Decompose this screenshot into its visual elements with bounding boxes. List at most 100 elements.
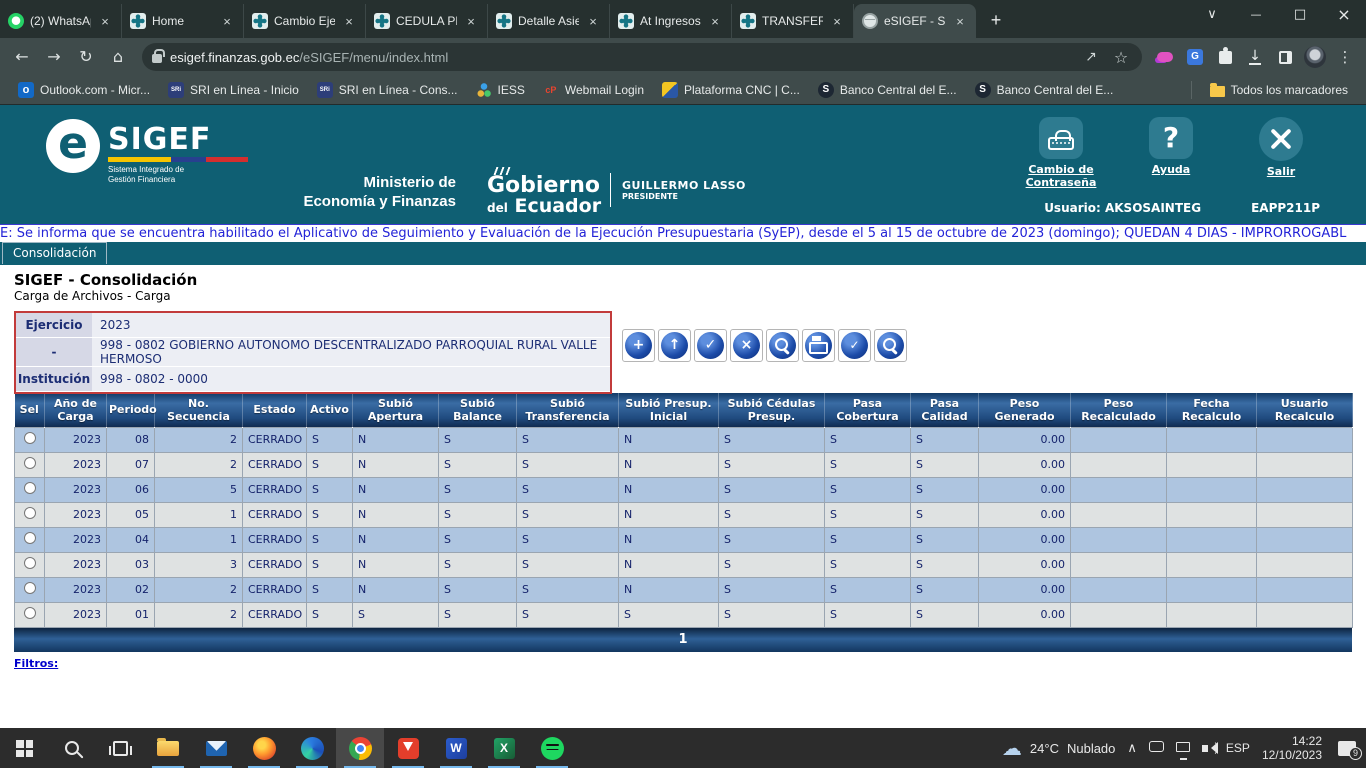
- cell: S: [307, 527, 353, 552]
- tab-close-icon[interactable]: [97, 14, 113, 29]
- cast-icon[interactable]: [1149, 741, 1164, 752]
- tab-consolidacion[interactable]: Consolidación: [2, 242, 107, 264]
- column-header: Subió Apertura: [353, 393, 439, 427]
- browser-tab[interactable]: Cambio Ejerc: [244, 4, 366, 38]
- cell: N: [619, 477, 719, 502]
- extension-icon[interactable]: [1152, 44, 1178, 70]
- cell: S: [307, 552, 353, 577]
- forward-icon[interactable]: [40, 43, 68, 71]
- column-header: Peso Recalculado: [1071, 393, 1167, 427]
- row-select-radio[interactable]: [24, 582, 36, 594]
- side-panel-icon[interactable]: [1272, 44, 1298, 70]
- downloads-icon[interactable]: [1242, 44, 1268, 70]
- bookmark-item[interactable]: Banco Central del E...: [967, 79, 1122, 101]
- bookmark-item[interactable]: Plataforma CNC | C...: [654, 79, 808, 101]
- clock[interactable]: 14:22 12/10/2023: [1262, 734, 1322, 762]
- validate-button[interactable]: [694, 329, 727, 362]
- approve-button[interactable]: [838, 329, 871, 362]
- tab-close-icon[interactable]: [463, 14, 479, 29]
- cell: S: [307, 577, 353, 602]
- search-taskbar-button[interactable]: [48, 728, 96, 768]
- address-bar[interactable]: esigef.finanzas.gob.ec/eSIGEF/menu/index…: [142, 43, 1142, 71]
- start-taskbar-button[interactable]: [0, 728, 48, 768]
- preview-button[interactable]: [766, 329, 799, 362]
- tab-close-icon[interactable]: [219, 14, 235, 29]
- tab-close-icon[interactable]: [952, 14, 968, 29]
- row-select-radio[interactable]: [24, 507, 36, 519]
- row-select-radio[interactable]: [24, 557, 36, 569]
- browser-tab[interactable]: (2) WhatsApp: [0, 4, 122, 38]
- excel-taskbar-button[interactable]: [480, 728, 528, 768]
- row-select-radio[interactable]: [24, 457, 36, 469]
- chrome-taskbar-button[interactable]: [336, 728, 384, 768]
- new-document-button[interactable]: [622, 329, 655, 362]
- row-select-radio[interactable]: [24, 482, 36, 494]
- page-number[interactable]: 1: [678, 632, 687, 647]
- cell: [1257, 427, 1353, 452]
- firefox-taskbar-button[interactable]: [240, 728, 288, 768]
- bookmark-item[interactable]: IESS: [468, 79, 533, 101]
- cell: S: [911, 602, 979, 627]
- tab-close-icon[interactable]: [585, 14, 601, 29]
- reload-icon[interactable]: [72, 43, 100, 71]
- bookmark-item[interactable]: SRI en Línea - Cons...: [309, 79, 466, 101]
- delete-file-icon: [733, 332, 760, 359]
- tab-close-icon[interactable]: [341, 14, 357, 29]
- translate-icon[interactable]: [1182, 44, 1208, 70]
- delete-file-button[interactable]: [730, 329, 763, 362]
- new-tab-button[interactable]: [982, 7, 1010, 35]
- column-header: Periodo: [107, 393, 155, 427]
- cell: 1: [155, 527, 243, 552]
- weather-widget[interactable]: 24°C Nublado: [1002, 738, 1115, 758]
- browser-tab[interactable]: Home: [122, 4, 244, 38]
- browser-tab[interactable]: CEDULA PRE: [366, 4, 488, 38]
- back-icon[interactable]: [8, 43, 36, 71]
- task-view-taskbar-button[interactable]: [96, 728, 144, 768]
- language-indicator[interactable]: ESP: [1226, 741, 1250, 755]
- extensions-puzzle-icon[interactable]: [1212, 44, 1238, 70]
- notification-center-icon[interactable]: 9: [1338, 741, 1356, 756]
- mail-taskbar-button[interactable]: [192, 728, 240, 768]
- change-password-button[interactable]: Cambio de Contraseña: [1022, 117, 1100, 189]
- bookmark-star-icon[interactable]: [1110, 48, 1132, 67]
- volume-icon[interactable]: [1202, 745, 1208, 752]
- tab-search-icon[interactable]: [1190, 0, 1234, 30]
- bookmark-item[interactable]: SRI en Línea - Inicio: [160, 79, 307, 101]
- bookmark-item[interactable]: Webmail Login: [535, 79, 652, 101]
- browser-menu-icon[interactable]: [1332, 44, 1358, 70]
- tab-close-icon[interactable]: [829, 14, 845, 29]
- pdf-taskbar-button[interactable]: [384, 728, 432, 768]
- cell: S: [911, 477, 979, 502]
- profile-avatar[interactable]: [1302, 44, 1328, 70]
- home-icon[interactable]: [104, 43, 132, 71]
- bookmark-item[interactable]: Outlook.com - Micr...: [10, 79, 158, 101]
- row-select-radio[interactable]: [24, 607, 36, 619]
- edge-taskbar-button[interactable]: [288, 728, 336, 768]
- browser-tab[interactable]: At Ingresos: [610, 4, 732, 38]
- logout-button[interactable]: Salir: [1242, 117, 1320, 189]
- browser-tab[interactable]: TRANSFEREN: [732, 4, 854, 38]
- tray-expand-icon[interactable]: [1127, 741, 1137, 756]
- minimize-button[interactable]: [1234, 0, 1278, 30]
- maximize-button[interactable]: [1278, 0, 1322, 30]
- browser-tab[interactable]: eSIGEF - Sist: [854, 4, 976, 38]
- help-button[interactable]: Ayuda: [1132, 117, 1210, 189]
- filters-link[interactable]: Filtros:: [14, 657, 58, 670]
- browser-tab[interactable]: Detalle Asien: [488, 4, 610, 38]
- row-select-radio[interactable]: [24, 532, 36, 544]
- row-select-radio[interactable]: [24, 432, 36, 444]
- network-icon[interactable]: [1176, 742, 1190, 752]
- query-button[interactable]: [874, 329, 907, 362]
- file-explorer-taskbar-button[interactable]: [144, 728, 192, 768]
- all-bookmarks-button[interactable]: Todos los marcadores: [1202, 80, 1356, 100]
- breadcrumb: Carga de Archivos - Carga: [14, 289, 1352, 303]
- close-window-button[interactable]: [1322, 0, 1366, 30]
- share-icon[interactable]: [1080, 49, 1102, 65]
- spotify-taskbar-button[interactable]: [528, 728, 576, 768]
- upload-file-button[interactable]: [658, 329, 691, 362]
- bookmark-item[interactable]: Banco Central del E...: [810, 79, 965, 101]
- print-button[interactable]: [802, 329, 835, 362]
- cell: [1071, 477, 1167, 502]
- tab-close-icon[interactable]: [707, 14, 723, 29]
- word-taskbar-button[interactable]: [432, 728, 480, 768]
